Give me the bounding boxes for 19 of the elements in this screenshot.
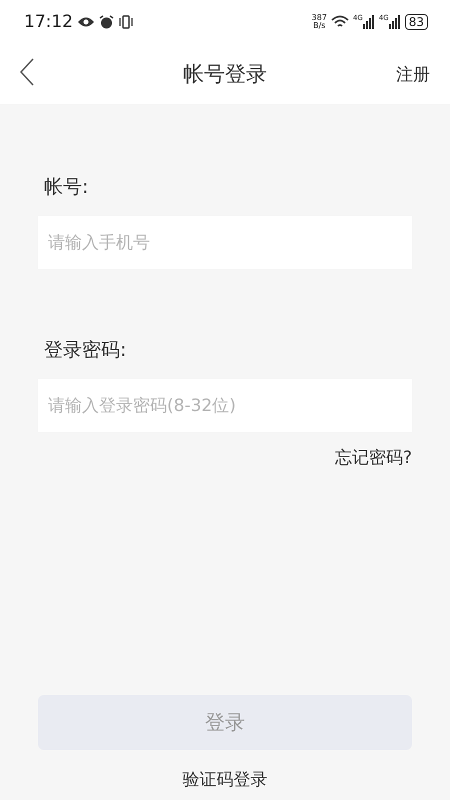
signal-icon — [362, 15, 375, 29]
page-title: 帐号登录 — [183, 62, 267, 86]
sms-login-link[interactable]: 验证码登录 — [182, 770, 268, 790]
register-link[interactable]: 注册 — [396, 62, 430, 86]
clock-time: 17:12 — [24, 12, 73, 32]
net-speed: 387 — [312, 14, 327, 22]
back-icon — [20, 58, 34, 86]
battery-level: 83 — [404, 14, 428, 30]
alarm-icon — [99, 14, 114, 30]
field-label: 帐号: — [44, 175, 88, 200]
signal-icon — [388, 15, 401, 29]
wifi-icon — [330, 15, 349, 29]
input-field[interactable]: 请输入手机号 — [38, 216, 412, 269]
input-field[interactable]: 请输入登录密码(8-32位) — [38, 379, 412, 432]
vibrate-icon — [118, 15, 134, 29]
eye-icon — [77, 16, 95, 28]
field-label: 登录密码: — [44, 338, 126, 363]
forgot-password-link[interactable]: 忘记密码? — [334, 446, 412, 469]
net-speed-unit: B/s — [313, 22, 326, 30]
